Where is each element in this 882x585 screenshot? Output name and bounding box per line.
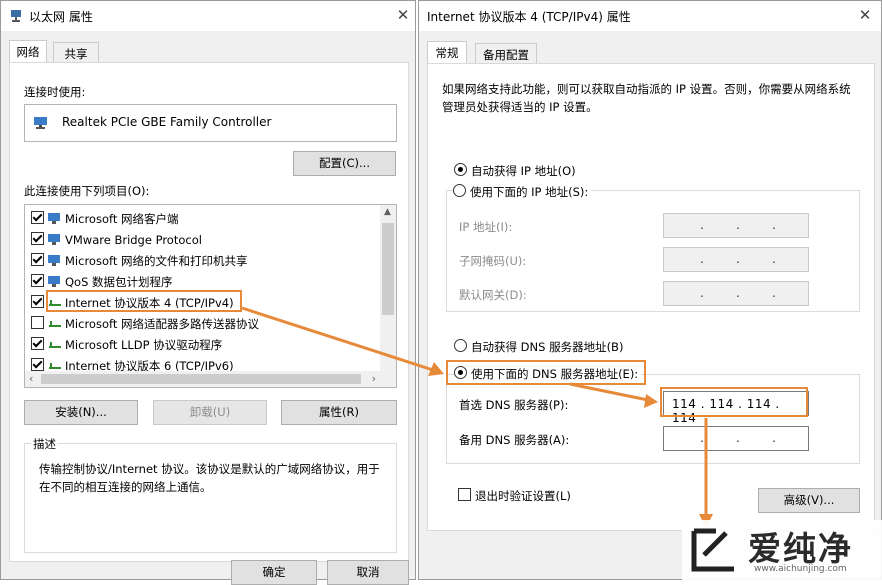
arrow-line <box>569 382 649 402</box>
annotation-arrows <box>241 306 713 528</box>
watermark: 爱纯净 www.aichunjing.com <box>682 520 882 580</box>
arrow-line <box>241 306 437 373</box>
watermark-url: www.aichunjing.com <box>754 564 847 574</box>
brand-logo-icon <box>691 528 734 572</box>
watermark-brand: 爱纯净 <box>748 529 853 568</box>
arrowhead-icon <box>644 394 658 408</box>
